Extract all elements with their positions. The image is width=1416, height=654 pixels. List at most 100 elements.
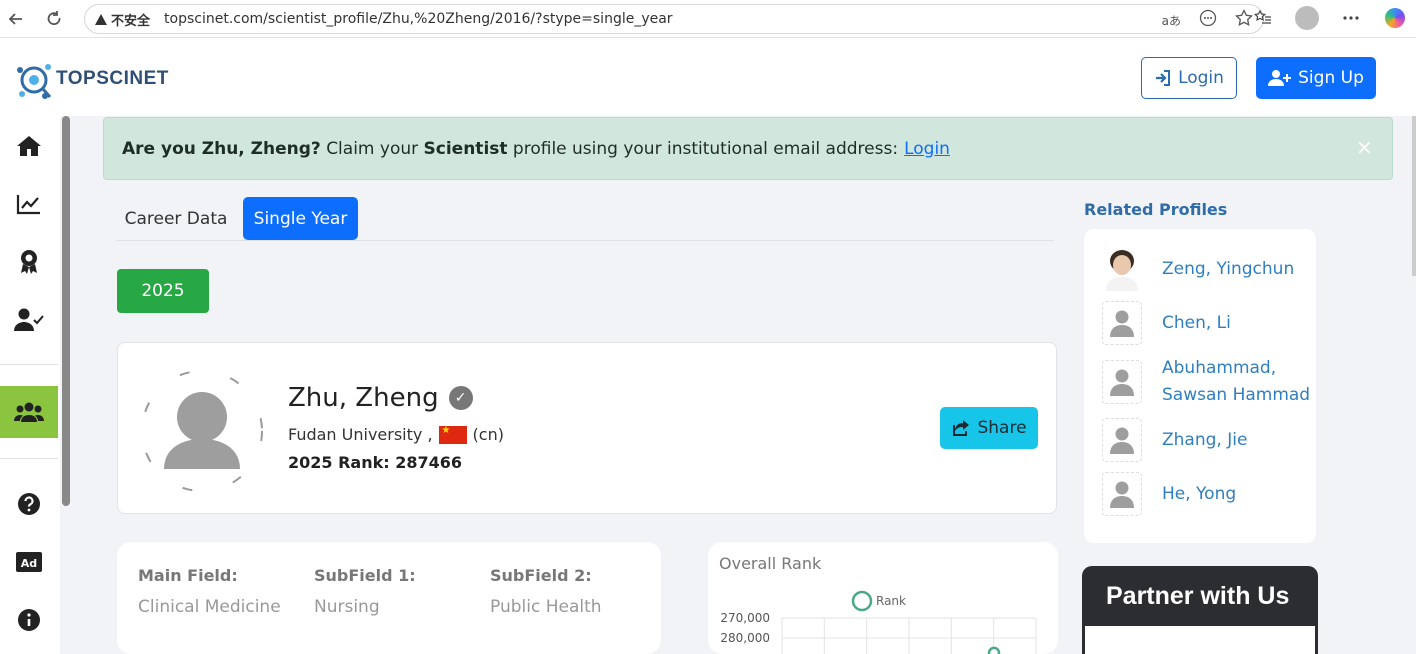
sidebar-item-help[interactable] (0, 478, 58, 530)
copilot-icon[interactable] (1382, 5, 1408, 31)
extensions-icon[interactable] (1199, 9, 1217, 31)
logo-text: TOPSCINET (56, 68, 169, 89)
subfield-2: SubField 2: Public Health (490, 566, 602, 617)
security-label: 不安全 (111, 13, 151, 29)
back-icon[interactable] (2, 5, 30, 33)
avatar-placeholder-icon (1102, 301, 1142, 345)
warning-icon (95, 13, 107, 25)
login-button[interactable]: Login (1141, 57, 1237, 99)
avatar (141, 370, 263, 492)
profile-card: Zhu, Zheng ✓ Fudan University , (cn) 202… (117, 342, 1057, 514)
list-item[interactable]: Zhang, Jie (1102, 418, 1312, 462)
list-item[interactable]: Abuhammad, Sawsan Hammad (1102, 355, 1312, 409)
share-button[interactable]: Share (940, 407, 1038, 449)
more-menu-icon[interactable] (1338, 5, 1364, 31)
sidebar-item-rankings[interactable] (0, 178, 58, 230)
main-field: Main Field: Clinical Medicine (138, 566, 281, 617)
rank-line: 2025 Rank: 287466 (288, 453, 463, 472)
list-item[interactable]: Chen, Li (1102, 301, 1312, 345)
related-profiles-list: Zeng, Yingchun Chen, Li Abuhammad, Sawsa… (1084, 229, 1316, 543)
scientist-name-text: Zhu, Zheng (288, 383, 439, 413)
partner-box[interactable]: Partner with Us (1082, 566, 1318, 654)
list-item[interactable]: He, Yong (1102, 472, 1312, 516)
security-warning[interactable]: 不安全 (95, 10, 150, 29)
related-profiles-title: Related Profiles (1084, 200, 1228, 219)
legend-label: Rank (876, 594, 906, 608)
partner-content (1085, 626, 1315, 654)
related-name[interactable]: Chen, Li (1162, 310, 1312, 337)
alert-scientist: Scientist (423, 138, 508, 159)
url-text[interactable]: topscinet.com/scientist_profile/Zhu,%20Z… (164, 11, 673, 27)
country-code: (cn) (472, 425, 504, 444)
alert-question: Are you Zhu, Zheng? (122, 138, 321, 159)
institution: Fudan University , (288, 425, 433, 444)
list-item[interactable]: Zeng, Yingchun (1102, 247, 1312, 291)
field-label: SubField 2: (490, 566, 592, 585)
y-tick-label: 270,000 (720, 611, 770, 625)
sidebar-item-info[interactable] (0, 594, 58, 646)
avatar-placeholder-icon (1102, 472, 1142, 516)
field-label: SubField 1: (314, 566, 416, 585)
related-name[interactable]: Zeng, Yingchun (1162, 256, 1312, 283)
china-flag-icon (438, 425, 467, 444)
claim-profile-alert: Are you Zhu, Zheng? Claim your Scientist… (103, 117, 1393, 180)
alert-text: Claim your (326, 138, 419, 159)
award-icon (21, 250, 37, 274)
data-tabs: Career Data Single Year (116, 197, 1054, 241)
sidebar-item-ads[interactable]: Ad (0, 536, 58, 588)
read-aloud-icon[interactable]: aあ (1162, 12, 1181, 29)
page-scrollbar[interactable] (1412, 116, 1416, 276)
y-tick-label: 280,000 (720, 631, 770, 645)
users-icon (14, 402, 44, 422)
year-button[interactable]: 2025 (117, 269, 209, 313)
profile-avatar-icon[interactable] (1294, 5, 1320, 31)
field-label: Main Field: (138, 566, 238, 585)
info-icon (18, 609, 40, 631)
subfield-1: SubField 1: Nursing (314, 566, 416, 617)
svg-text:Ad: Ad (21, 557, 37, 570)
partner-title: Partner with Us (1106, 582, 1290, 610)
site-logo[interactable]: TOPSCINET (14, 58, 169, 100)
fields-card: Main Field: Clinical Medicine SubField 1… (117, 542, 661, 654)
home-icon (17, 136, 41, 156)
related-name[interactable]: Abuhammad, Sawsan Hammad (1162, 355, 1312, 409)
share-label: Share (977, 418, 1027, 438)
sidebar-scrollbar[interactable] (62, 116, 70, 506)
logo-icon (17, 64, 52, 99)
address-bar[interactable]: 不安全 topscinet.com/scientist_profile/Zhu,… (84, 4, 1264, 34)
site-header: TOPSCINET Login Sign Up (0, 38, 1416, 116)
related-name[interactable]: Zhang, Jie (1162, 427, 1312, 454)
alert-login-link[interactable]: Login (904, 139, 950, 159)
scientist-name: Zhu, Zheng ✓ (288, 383, 473, 413)
ad-icon: Ad (16, 552, 42, 572)
signup-label: Sign Up (1298, 68, 1364, 88)
tab-career-data[interactable]: Career Data (116, 197, 236, 240)
user-check-icon (14, 308, 44, 331)
sidebar-item-scientists[interactable] (0, 386, 58, 438)
related-name[interactable]: He, Yong (1162, 481, 1312, 508)
favorites-list-icon[interactable] (1250, 5, 1276, 31)
rank-chart: Rank 270,000 280,000 (720, 590, 1037, 654)
overall-rank-card: Overall Rank Rank 270,000 280,000 (708, 542, 1058, 654)
signup-button[interactable]: Sign Up (1256, 57, 1376, 99)
field-value: Nursing (314, 597, 380, 617)
sidebar-divider (0, 458, 58, 459)
sidebar-item-awards[interactable] (0, 236, 58, 288)
data-point[interactable] (987, 646, 1001, 654)
tab-single-year[interactable]: Single Year (243, 197, 358, 240)
institution-line: Fudan University , (cn) (288, 425, 504, 445)
line-chart-icon (16, 195, 40, 215)
question-icon (18, 493, 40, 515)
left-sidebar: Ad (0, 116, 60, 654)
avatar-placeholder-icon (1102, 418, 1142, 462)
login-icon (1156, 70, 1171, 86)
refresh-icon[interactable] (40, 5, 68, 33)
field-value: Public Health (490, 597, 602, 617)
close-icon[interactable]: × (1356, 137, 1374, 157)
legend-marker (851, 590, 873, 612)
sidebar-item-home[interactable] (0, 120, 58, 172)
share-icon (953, 420, 970, 436)
sidebar-item-verified-users[interactable] (0, 294, 58, 346)
verified-icon: ✓ (448, 386, 473, 410)
profile-photo (1102, 247, 1142, 291)
